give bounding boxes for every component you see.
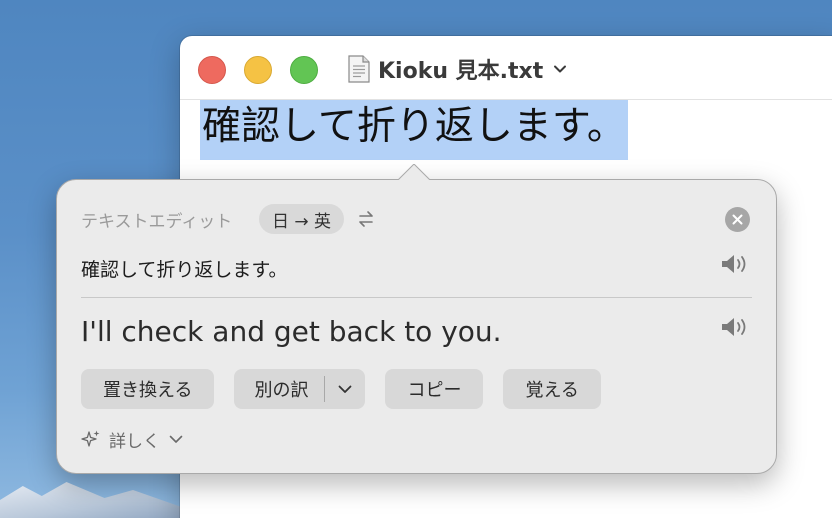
alternative-translation-button: 別の訳 (234, 369, 366, 409)
chevron-down-icon (554, 65, 567, 73)
minimize-window-button[interactable] (244, 56, 272, 84)
language-pair-label: 日 → 英 (272, 211, 332, 232)
close-window-button[interactable] (198, 56, 226, 84)
source-text: 確認して折り返します。 (81, 259, 288, 281)
source-app-label: テキストエディット (81, 212, 233, 232)
alternative-translation-main[interactable]: 別の訳 (234, 369, 324, 409)
selected-document-text[interactable]: 確認して折り返します。 (200, 100, 628, 160)
translated-text: I'll check and get back to you. (81, 315, 502, 348)
sparkle-icon (81, 430, 100, 447)
more-details-toggle[interactable]: 詳しく (81, 427, 184, 452)
chevron-down-icon (339, 385, 352, 393)
alternative-translation-dropdown[interactable] (325, 369, 365, 409)
divider (81, 297, 752, 298)
more-details-label: 詳しく (109, 431, 160, 452)
close-popover-button[interactable] (725, 207, 750, 232)
action-buttons: 置き換える 別の訳 コピー 覚える (81, 369, 601, 409)
copy-button[interactable]: コピー (385, 369, 484, 409)
popover-arrow (397, 164, 431, 181)
replace-button[interactable]: 置き換える (81, 369, 215, 409)
speaker-icon[interactable] (720, 253, 748, 275)
speaker-icon[interactable] (720, 316, 748, 338)
remember-button[interactable]: 覚える (503, 369, 601, 409)
close-icon (732, 214, 743, 225)
translation-popover: テキストエディット 日 → 英 確認して折り返します。 I'll check a… (56, 164, 777, 474)
title-bar: Kioku 見本.txt (180, 36, 832, 100)
language-pair-selector[interactable]: 日 → 英 (259, 204, 345, 234)
document-icon (348, 55, 370, 83)
chevron-down-icon (169, 435, 183, 443)
document-title-menu[interactable]: Kioku 見本.txt (348, 52, 567, 86)
zoom-window-button[interactable] (290, 56, 318, 84)
desktop-mountain (0, 482, 190, 518)
document-title: Kioku 見本.txt (378, 59, 544, 84)
swap-languages-icon[interactable] (357, 210, 375, 228)
